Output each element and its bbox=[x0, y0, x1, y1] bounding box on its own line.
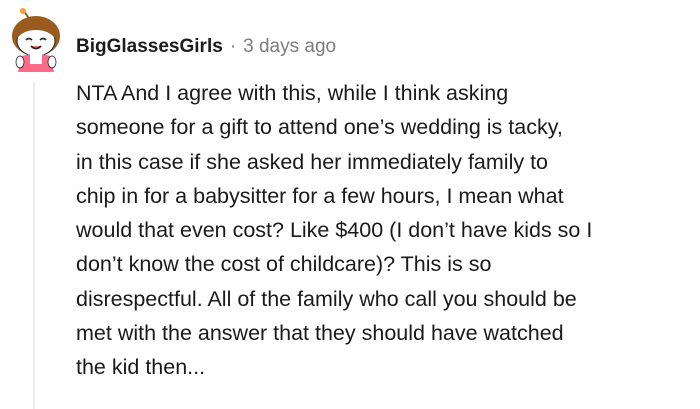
comment: BigGlassesGirls · 3 days ago NTA And I a… bbox=[0, 0, 700, 409]
thread-collapse-line[interactable] bbox=[33, 82, 35, 409]
comment-author[interactable]: BigGlassesGirls bbox=[76, 36, 223, 58]
meta-separator: · bbox=[229, 36, 237, 57]
snoo-avatar-icon[interactable] bbox=[8, 8, 64, 72]
comment-body: NTA And I agree with this, while I think… bbox=[76, 81, 593, 380]
comment-timestamp[interactable]: 3 days ago bbox=[243, 36, 336, 58]
comment-meta: BigGlassesGirls · 3 days ago bbox=[76, 34, 336, 60]
